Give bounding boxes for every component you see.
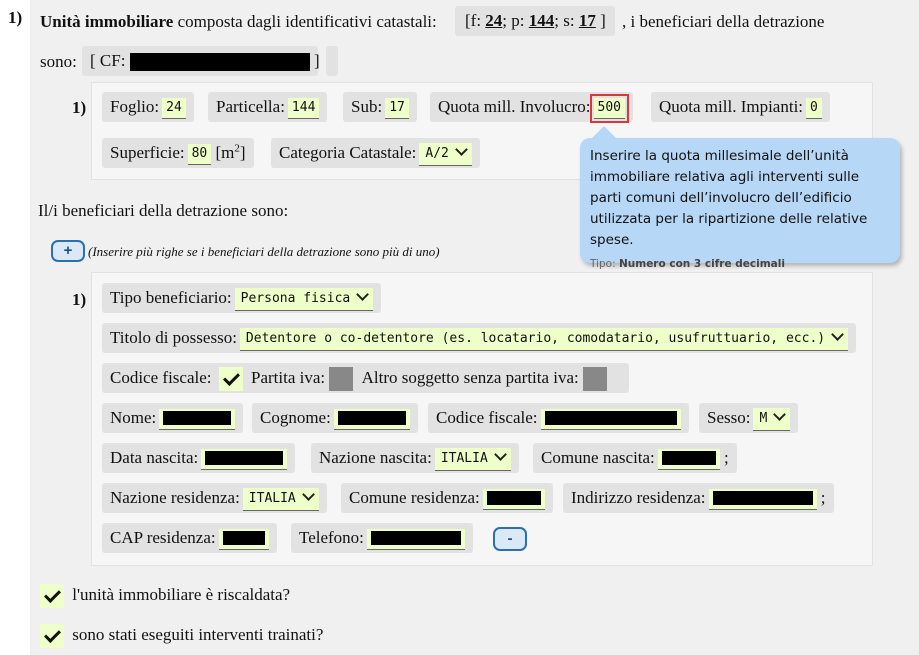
sub-field: Sub: 17 bbox=[343, 92, 417, 122]
tipo-beneficiario-select[interactable]: Persona fisica bbox=[234, 287, 374, 311]
nome-field: Nome: bbox=[102, 403, 244, 433]
comune-nascita-field: Comune nascita: ; bbox=[533, 443, 737, 473]
chevron-down-icon bbox=[454, 142, 468, 156]
chevron-down-icon bbox=[773, 407, 787, 421]
nazione-residenza-field: Nazione residenza: ITALIA bbox=[102, 483, 327, 513]
quota-impianti-field: Quota mill. Impianti: 0 bbox=[651, 92, 830, 122]
codice-fiscale-field: Codice fiscale: bbox=[428, 403, 689, 433]
redacted-comune-nascita bbox=[661, 451, 716, 466]
sesso-field: Sesso: M bbox=[699, 403, 799, 433]
cap-residenza-input[interactable] bbox=[218, 528, 269, 550]
categoria-field: Categoria Catastale: A/2 bbox=[271, 138, 480, 168]
codice-fiscale-input[interactable] bbox=[540, 408, 681, 430]
add-hint: (Inserire più righe se i beneficiari del… bbox=[88, 244, 440, 259]
cf-chip-extra bbox=[326, 46, 338, 76]
comune-nascita-input[interactable] bbox=[657, 448, 720, 470]
nazione-residenza-select[interactable]: ITALIA bbox=[242, 487, 319, 511]
trainati-question: sono stati eseguiti interventi trainati? bbox=[40, 624, 323, 648]
comune-residenza-input[interactable] bbox=[482, 488, 545, 510]
beneficiario-row-number: 1) bbox=[72, 290, 87, 309]
redacted-indirizzo bbox=[712, 491, 813, 506]
tooltip-arrow bbox=[592, 126, 616, 138]
nazione-nascita-select[interactable]: ITALIA bbox=[434, 447, 511, 471]
redacted-nome bbox=[163, 411, 232, 426]
codice-fiscale-checkbox[interactable] bbox=[218, 367, 243, 392]
data-nascita-field: Data nascita: bbox=[102, 443, 296, 473]
unit-header: Unità immobiliare composta dagli identif… bbox=[40, 12, 437, 31]
tipo-codice-field: Codice fiscale: Partita iva: Altro sogge… bbox=[102, 363, 629, 393]
unit-section: Unità immobiliare composta dagli identif… bbox=[30, 0, 919, 655]
superficie-field: Superficie: 80 [m2] bbox=[102, 138, 254, 168]
redacted-data-nascita bbox=[205, 451, 284, 466]
foglio-field: Foglio: 24 bbox=[102, 92, 194, 122]
chevron-down-icon bbox=[493, 447, 507, 461]
item-number: 1) bbox=[8, 8, 23, 27]
telefono-field: Telefono: bbox=[291, 523, 473, 553]
indirizzo-residenza-field: Indirizzo residenza: ; bbox=[563, 483, 834, 513]
chevron-down-icon bbox=[356, 287, 370, 301]
redacted-cf bbox=[129, 53, 310, 72]
foglio-input[interactable]: 24 bbox=[162, 97, 186, 119]
tipo-beneficiario-field: Tipo beneficiario: Persona fisica bbox=[102, 283, 382, 313]
chevron-down-icon bbox=[831, 327, 844, 341]
chevron-down-icon bbox=[301, 487, 315, 501]
trainati-checkbox[interactable] bbox=[40, 624, 64, 648]
nome-input[interactable] bbox=[159, 408, 236, 430]
quota-involucro-field: Quota mill. Involucro: 500 bbox=[430, 92, 633, 123]
tooltip-type: Tipo: Numero con 3 cifre decimali bbox=[590, 258, 785, 270]
comune-residenza-field: Comune residenza: bbox=[341, 483, 553, 513]
cf-chip: [ CF: ] bbox=[82, 46, 320, 76]
riscaldata-checkbox[interactable] bbox=[40, 584, 64, 608]
add-beneficiario-button[interactable]: + bbox=[51, 240, 85, 262]
particella-input[interactable]: 144 bbox=[287, 97, 320, 119]
cap-residenza-field: CAP residenza: bbox=[102, 523, 277, 553]
redacted-comune-residenza bbox=[486, 491, 541, 506]
indirizzo-residenza-input[interactable] bbox=[708, 488, 817, 510]
titolo-possesso-select[interactable]: Detentore o co-detentore (es. locatario,… bbox=[239, 327, 849, 351]
partita-iva-checkbox[interactable] bbox=[329, 367, 354, 392]
sub-input[interactable]: 17 bbox=[385, 97, 409, 119]
sono-label: sono: bbox=[40, 52, 77, 71]
sesso-select[interactable]: M bbox=[753, 407, 791, 431]
header-tail: , i beneficiari della detrazione bbox=[622, 12, 825, 31]
telefono-input[interactable] bbox=[366, 528, 465, 550]
redacted-cap bbox=[222, 531, 265, 546]
remove-beneficiario-button[interactable]: - bbox=[493, 527, 527, 551]
superficie-input[interactable]: 80 bbox=[187, 143, 212, 165]
cognome-input[interactable] bbox=[333, 408, 410, 430]
cognome-field: Cognome: bbox=[252, 403, 418, 433]
catasto-row-number: 1) bbox=[72, 98, 87, 117]
redacted-codice-fiscale bbox=[544, 411, 677, 426]
categoria-select[interactable]: A/2 bbox=[419, 142, 472, 166]
quota-impianti-input[interactable]: 0 bbox=[806, 97, 822, 119]
redacted-cognome bbox=[337, 411, 406, 426]
nazione-nascita-field: Nazione nascita: ITALIA bbox=[311, 443, 519, 473]
particella-field: Particella: 144 bbox=[208, 92, 328, 122]
quota-involucro-tooltip: Inserire la quota millesimale dell’unità… bbox=[580, 126, 900, 270]
titolo-possesso-field: Titolo di possesso: Detentore o co-detent… bbox=[102, 323, 857, 353]
riscaldata-question: l'unità immobiliare è riscaldata? bbox=[40, 584, 290, 608]
beneficiari-heading: Il/i beneficiari della detrazione sono: bbox=[38, 201, 289, 220]
redacted-telefono bbox=[370, 531, 461, 546]
tooltip-text: Inserire la quota millesimale dell’unità… bbox=[590, 148, 868, 248]
data-nascita-input[interactable] bbox=[201, 448, 288, 470]
catasto-identifiers-chip: [f: 24; p: 144; s: 17 ] bbox=[455, 6, 615, 36]
unit-title: Unità immobiliare bbox=[40, 12, 174, 31]
quota-involucro-input[interactable]: 500 bbox=[589, 93, 630, 123]
altro-soggetto-checkbox[interactable] bbox=[583, 367, 608, 392]
